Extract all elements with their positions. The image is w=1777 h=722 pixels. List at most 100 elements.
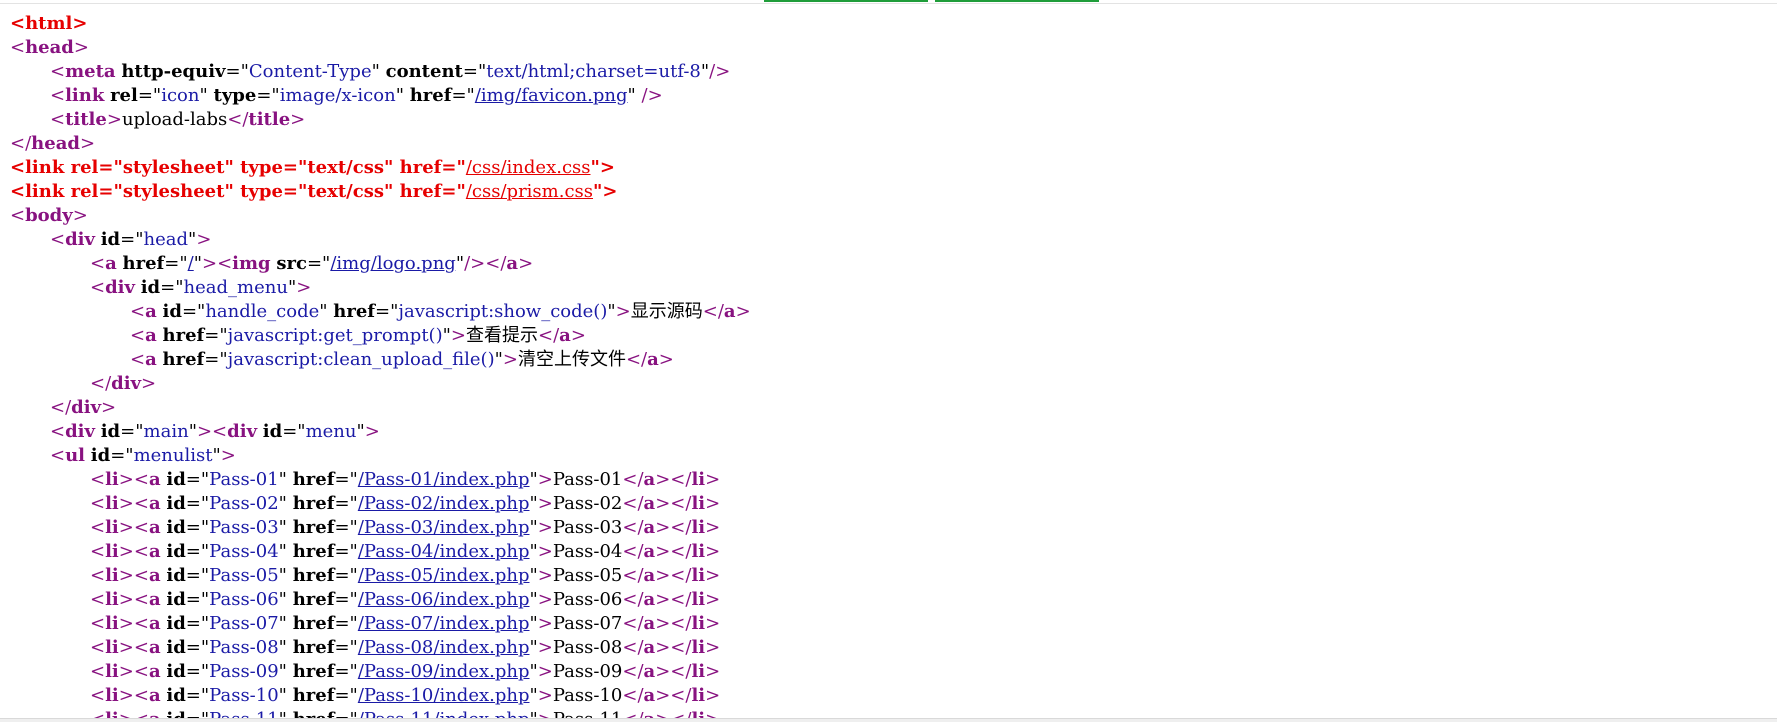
source-text: =": [204, 325, 228, 346]
source-line: <link rel="icon" type="image/x-icon" hre…: [50, 84, 663, 108]
source-text: ": [529, 493, 538, 514]
attribute-name: href: [292, 613, 335, 634]
source-text: ": [278, 565, 293, 586]
source-link[interactable]: /css/index.css: [466, 157, 591, 178]
source-line: </div>: [90, 372, 156, 396]
source-link[interactable]: /Pass-01/index.php: [358, 469, 530, 490]
source-link[interactable]: /Pass-03/index.php: [358, 517, 530, 538]
tag-name: a: [105, 253, 117, 274]
tag-punctuation: >: [705, 493, 721, 514]
source-line: <li><a id="Pass-09" href="/Pass-09/index…: [90, 660, 720, 684]
attribute-name: href: [292, 661, 335, 682]
tag-punctuation: >: [705, 637, 721, 658]
tag-name: li: [691, 565, 706, 586]
tag-punctuation: >: [537, 613, 553, 634]
source-text: 清空上传文件: [517, 349, 626, 370]
tag-punctuation: >: [537, 685, 553, 706]
source-text: ": [278, 637, 293, 658]
source-line: <li><a id="Pass-11" href="/Pass-11/index…: [90, 708, 720, 718]
source-link[interactable]: /Pass-08/index.php: [358, 637, 530, 658]
attribute-name: id: [166, 685, 186, 706]
source-link[interactable]: /img/logo.png: [330, 253, 455, 274]
attribute-value: head_menu: [183, 277, 288, 298]
source-text: ": [287, 277, 297, 298]
tag-name: a: [148, 493, 161, 514]
error-markup: ">: [593, 181, 618, 202]
horizontal-scrollbar[interactable]: [0, 718, 1777, 722]
source-link[interactable]: /Pass-05/index.php: [358, 565, 530, 586]
tag-punctuation: <: [90, 469, 106, 490]
tag-punctuation: </: [622, 637, 644, 658]
tag-name: a: [643, 565, 656, 586]
tag-name: li: [105, 469, 119, 490]
tag-punctuation: </: [622, 685, 644, 706]
tag-punctuation: >: [220, 445, 236, 466]
attribute-name: id: [90, 445, 111, 466]
source-text: ": [700, 61, 710, 82]
attribute-value: Pass-08: [209, 637, 279, 658]
source-text: =": [334, 661, 358, 682]
tag-punctuation: </: [50, 397, 72, 418]
source-text: =": [451, 85, 475, 106]
tag-punctuation: <: [50, 421, 66, 442]
error-markup: ">: [590, 157, 615, 178]
tag-punctuation: >: [450, 325, 466, 346]
tag-name: div: [111, 373, 142, 394]
tag-name: li: [691, 685, 706, 706]
source-text: =": [256, 85, 280, 106]
attribute-name: id: [140, 277, 161, 298]
tag-punctuation: <: [90, 565, 106, 586]
tag-name: a: [145, 349, 157, 370]
source-link[interactable]: /Pass-02/index.php: [358, 493, 530, 514]
tag-name: li: [105, 493, 119, 514]
tag-name: a: [148, 517, 161, 538]
attribute-name: id: [166, 709, 185, 718]
tag-name: li: [105, 613, 119, 634]
tag-punctuation: </: [622, 469, 644, 490]
source-line: <div id="head">: [50, 228, 211, 252]
source-line: <meta http-equiv="Content-Type" content=…: [50, 60, 730, 84]
tag-name: li: [691, 517, 706, 538]
source-line: <head>: [10, 36, 89, 60]
source-text: Pass-03: [552, 517, 623, 538]
source-link[interactable]: /Pass-06/index.php: [358, 589, 530, 610]
source-text: ": [529, 685, 538, 706]
top-accent-right: [935, 0, 1099, 2]
tag-punctuation: <: [90, 517, 106, 538]
source-text: Pass-05: [552, 565, 623, 586]
tag-name: a: [643, 517, 656, 538]
source-text: Pass-10: [552, 685, 623, 706]
source-text: =": [306, 253, 331, 274]
tag-name: li: [691, 493, 706, 514]
source-text: ": [278, 493, 293, 514]
source-link[interactable]: /img/favicon.png: [475, 85, 628, 106]
tag-punctuation: ></: [655, 469, 692, 490]
source-text: ": [319, 301, 334, 322]
source-link[interactable]: /Pass-07/index.php: [358, 613, 530, 634]
source-link[interactable]: /Pass-04/index.php: [358, 541, 530, 562]
attribute-name: href: [292, 469, 335, 490]
source-link[interactable]: /Pass-10/index.php: [358, 685, 530, 706]
source-link[interactable]: /Pass-09/index.php: [358, 661, 530, 682]
source-text: =": [334, 613, 358, 634]
source-line: <body>: [10, 204, 88, 228]
attribute-value: Pass-10: [209, 685, 279, 706]
tag-punctuation: </: [622, 541, 644, 562]
source-text: ": [188, 421, 197, 442]
source-link[interactable]: /Pass-11/index.php: [358, 709, 530, 718]
tag-punctuation: >: [705, 541, 721, 562]
source-text: =": [137, 85, 162, 106]
source-text: ": [494, 349, 503, 370]
tag-name: li: [105, 589, 119, 610]
source-link[interactable]: /css/prism.css: [466, 181, 593, 202]
source-text: =": [334, 469, 358, 490]
attribute-name: href: [122, 253, 165, 274]
attribute-name: id: [100, 229, 121, 250]
source-text: ": [278, 541, 293, 562]
source-text: ": [529, 541, 538, 562]
tag-punctuation: >: [141, 373, 157, 394]
tag-punctuation: ></: [655, 637, 692, 658]
tag-punctuation: <: [50, 85, 66, 106]
error-markup: <link rel="stylesheet" type="text/css" h…: [10, 157, 466, 178]
tag-punctuation: >: [615, 301, 631, 322]
